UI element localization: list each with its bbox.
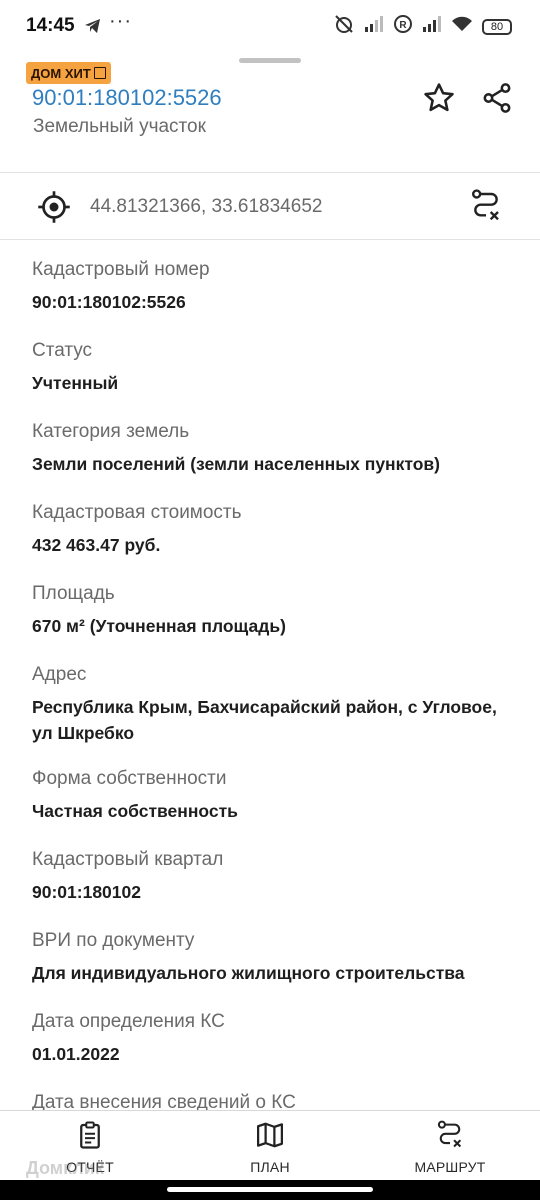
field-value[interactable]: Частная собственность xyxy=(32,798,522,824)
field-value[interactable]: 01.01.2022 xyxy=(32,1041,522,1067)
nav-route[interactable]: МАРШРУТ xyxy=(360,1111,540,1181)
field-value[interactable]: Земли поселений (земли населенных пункто… xyxy=(32,451,522,477)
brand-badge: ДОМ ХИТ xyxy=(26,62,111,84)
field-land-category: Категория земель Земли поселений (земли … xyxy=(32,420,522,501)
field-cadastral-quarter: Кадастровый квартал 90:01:180102 xyxy=(32,848,522,929)
field-label: ВРИ по документу xyxy=(32,930,195,951)
field-value[interactable]: 432 463.47 руб. xyxy=(32,532,522,558)
field-permitted-use: ВРИ по документу Для индивидуального жил… xyxy=(32,929,522,1010)
field-ownership: Форма собственности Частная собственност… xyxy=(32,767,522,848)
map-icon xyxy=(255,1120,285,1155)
field-label: Форма собственности xyxy=(32,768,227,789)
wifi-icon xyxy=(451,16,473,37)
nav-plan[interactable]: ПЛАН xyxy=(180,1111,360,1181)
nav-route-label: МАРШРУТ xyxy=(414,1159,486,1175)
parcel-type: Земельный участок xyxy=(33,116,206,137)
roaming-icon: R xyxy=(393,14,413,39)
svg-text:R: R xyxy=(399,20,407,31)
home-icon xyxy=(93,67,106,79)
field-label: Кадастровая стоимость xyxy=(32,502,242,523)
home-gesture-bar[interactable] xyxy=(167,1187,373,1192)
brand-badge-label: ДОМ ХИТ xyxy=(31,65,91,81)
alarm-off-icon xyxy=(333,14,355,39)
gesture-area xyxy=(0,1180,540,1200)
field-value[interactable]: Для индивидуального жилищного строительс… xyxy=(32,960,522,986)
field-value[interactable]: 90:01:180102 xyxy=(32,879,522,905)
watermark: Домклик xyxy=(26,1158,104,1178)
coordinates-text[interactable]: 44.81321366, 33.61834652 xyxy=(90,196,322,218)
route-icon[interactable] xyxy=(470,188,502,229)
favorite-button[interactable] xyxy=(419,80,459,120)
field-area: Площадь 670 м² (Уточненная площадь) xyxy=(32,582,522,663)
field-label: Кадастровый квартал xyxy=(32,849,224,870)
coordinates-row[interactable]: 44.81321366, 33.61834652 xyxy=(0,173,540,239)
divider xyxy=(0,239,540,240)
parcel-details: Кадастровый номер 90:01:180102:5526 Стат… xyxy=(32,258,522,1151)
field-value[interactable]: 90:01:180102:5526 xyxy=(32,289,522,315)
field-value[interactable]: Республика Крым, Бахчисарайский район, с… xyxy=(32,694,522,746)
field-cadastral-value: Кадастровая стоимость 432 463.47 руб. xyxy=(32,501,522,582)
signal-2-icon xyxy=(422,16,442,37)
sheet-drag-handle[interactable] xyxy=(239,58,301,63)
field-value[interactable]: 670 м² (Уточненная площадь) xyxy=(32,613,522,639)
field-label: Адрес xyxy=(32,664,87,685)
clipboard-icon xyxy=(75,1120,105,1155)
share-button[interactable] xyxy=(477,80,517,120)
share-icon xyxy=(480,81,514,120)
status-bar: 14:45 ··· R 80 xyxy=(0,0,540,48)
field-label: Площадь xyxy=(32,583,115,604)
field-label: Дата определения КС xyxy=(32,1011,225,1032)
field-value[interactable]: Учтенный xyxy=(32,370,522,396)
crosshair-icon xyxy=(36,189,72,230)
field-valuation-date: Дата определения КС 01.01.2022 xyxy=(32,1010,522,1091)
star-icon xyxy=(422,81,456,120)
status-indicators: R 80 xyxy=(333,14,512,39)
more-notifications-icon: ··· xyxy=(109,10,132,32)
nav-plan-label: ПЛАН xyxy=(250,1159,290,1175)
parcel-id[interactable]: 90:01:180102:5526 xyxy=(32,85,222,111)
field-address: Адрес Республика Крым, Бахчисарайский ра… xyxy=(32,663,522,767)
field-label: Статус xyxy=(32,340,93,361)
route-icon xyxy=(435,1120,465,1155)
signal-icon xyxy=(364,16,384,37)
status-time: 14:45 xyxy=(26,15,75,36)
field-cadastral-number: Кадастровый номер 90:01:180102:5526 xyxy=(32,258,522,339)
battery-icon: 80 xyxy=(482,18,512,35)
field-label: Категория земель xyxy=(32,421,190,442)
field-status: Статус Учтенный xyxy=(32,339,522,420)
field-label: Кадастровый номер xyxy=(32,259,210,280)
telegram-icon xyxy=(84,18,102,39)
